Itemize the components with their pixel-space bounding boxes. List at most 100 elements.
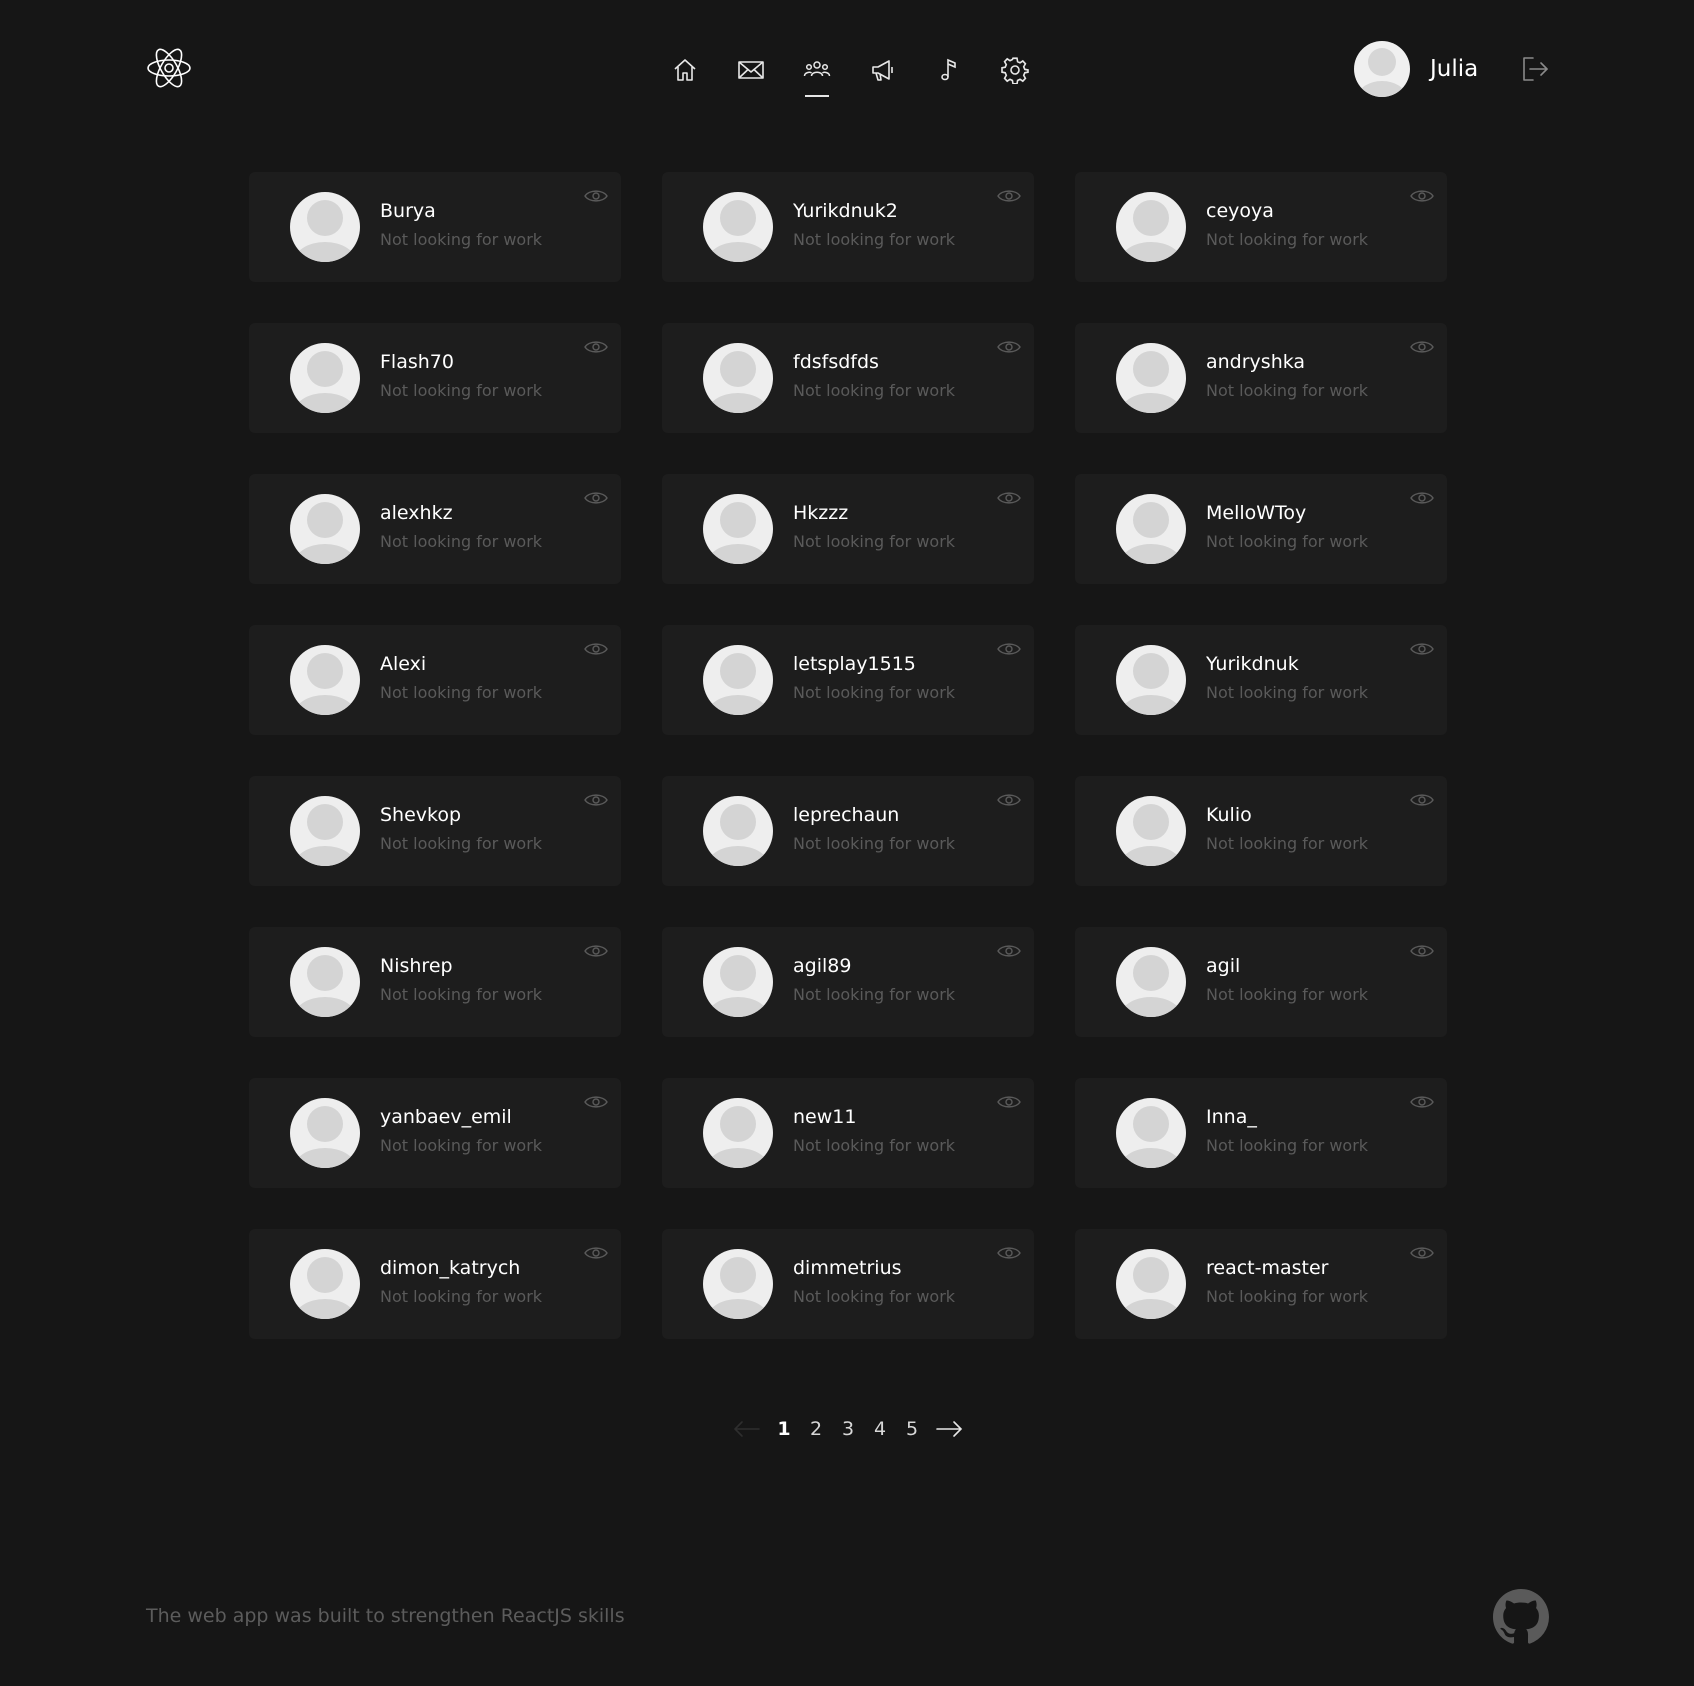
user-card[interactable]: agil89 Not looking for work	[662, 927, 1034, 1037]
user-card-name[interactable]: Nishrep	[380, 955, 453, 977]
eye-icon[interactable]	[997, 188, 1021, 204]
eye-icon[interactable]	[1410, 1245, 1434, 1261]
user-card[interactable]: Alexi Not looking for work	[249, 625, 621, 735]
user-card-name[interactable]: yanbaev_emil	[380, 1106, 512, 1128]
user-card-avatar[interactable]	[290, 343, 360, 413]
current-user[interactable]: Julia	[1354, 41, 1478, 97]
eye-icon[interactable]	[997, 943, 1021, 959]
github-link[interactable]	[1493, 1589, 1549, 1645]
eye-icon[interactable]	[584, 339, 608, 355]
user-card-avatar[interactable]	[703, 1249, 773, 1319]
user-card[interactable]: alexhkz Not looking for work	[249, 474, 621, 584]
eye-icon[interactable]	[1410, 792, 1434, 808]
user-card-name[interactable]: andryshka	[1206, 351, 1305, 373]
user-card-name[interactable]: leprechaun	[793, 804, 899, 826]
user-card[interactable]: fdsfsdfds Not looking for work	[662, 323, 1034, 433]
user-card-name[interactable]: dimon_katrych	[380, 1257, 520, 1279]
user-card-avatar[interactable]	[1116, 947, 1186, 1017]
user-card-name[interactable]: Yurikdnuk	[1206, 653, 1299, 675]
eye-icon[interactable]	[1410, 1094, 1434, 1110]
user-card-avatar[interactable]	[703, 645, 773, 715]
user-card-name[interactable]: MelloWToy	[1206, 502, 1306, 524]
user-card-name[interactable]: alexhkz	[380, 502, 453, 524]
user-card-avatar[interactable]	[1116, 494, 1186, 564]
logout-button[interactable]	[1520, 54, 1550, 84]
user-card-name[interactable]: Kulio	[1206, 804, 1252, 826]
user-card-avatar[interactable]	[1116, 192, 1186, 262]
user-card[interactable]: Flash70 Not looking for work	[249, 323, 621, 433]
user-card-avatar[interactable]	[290, 796, 360, 866]
user-card-avatar[interactable]	[290, 494, 360, 564]
user-card-avatar[interactable]	[1116, 1098, 1186, 1168]
user-card-avatar[interactable]	[290, 192, 360, 262]
eye-icon[interactable]	[584, 188, 608, 204]
user-card[interactable]: react-master Not looking for work	[1075, 1229, 1447, 1339]
eye-icon[interactable]	[1410, 943, 1434, 959]
eye-icon[interactable]	[997, 792, 1021, 808]
user-card-avatar[interactable]	[290, 1098, 360, 1168]
user-card-name[interactable]: ceyoya	[1206, 200, 1274, 222]
atom-logo-icon[interactable]	[146, 42, 192, 94]
eye-icon[interactable]	[584, 792, 608, 808]
user-card-avatar[interactable]	[1116, 645, 1186, 715]
user-card[interactable]: dimon_katrych Not looking for work	[249, 1229, 621, 1339]
nav-settings[interactable]	[997, 52, 1033, 88]
user-card-name[interactable]: agil89	[793, 955, 851, 977]
user-card[interactable]: Yurikdnuk2 Not looking for work	[662, 172, 1034, 282]
user-card-name[interactable]: Burya	[380, 200, 436, 222]
user-card-name[interactable]: new11	[793, 1106, 856, 1128]
pagination-prev[interactable]	[732, 1419, 762, 1439]
eye-icon[interactable]	[584, 490, 608, 506]
user-card-avatar[interactable]	[1116, 1249, 1186, 1319]
nav-home[interactable]	[667, 52, 703, 88]
user-card[interactable]: Burya Not looking for work	[249, 172, 621, 282]
eye-icon[interactable]	[584, 1094, 608, 1110]
user-card-name[interactable]: dimmetrius	[793, 1257, 902, 1279]
user-card-avatar[interactable]	[290, 645, 360, 715]
eye-icon[interactable]	[584, 641, 608, 657]
user-card-avatar[interactable]	[1116, 796, 1186, 866]
user-card-name[interactable]: react-master	[1206, 1257, 1328, 1279]
eye-icon[interactable]	[997, 1094, 1021, 1110]
nav-music[interactable]	[931, 52, 967, 88]
user-card[interactable]: letsplay1515 Not looking for work	[662, 625, 1034, 735]
eye-icon[interactable]	[1410, 490, 1434, 506]
user-card[interactable]: leprechaun Not looking for work	[662, 776, 1034, 886]
user-card-name[interactable]: letsplay1515	[793, 653, 916, 675]
eye-icon[interactable]	[584, 943, 608, 959]
nav-messages[interactable]	[733, 52, 769, 88]
user-card-name[interactable]: Shevkop	[380, 804, 461, 826]
eye-icon[interactable]	[584, 1245, 608, 1261]
pagination-page-2[interactable]: 2	[807, 1418, 825, 1440]
pagination-page-5[interactable]: 5	[903, 1418, 921, 1440]
eye-icon[interactable]	[997, 1245, 1021, 1261]
user-card[interactable]: Yurikdnuk Not looking for work	[1075, 625, 1447, 735]
eye-icon[interactable]	[997, 641, 1021, 657]
eye-icon[interactable]	[1410, 188, 1434, 204]
user-card[interactable]: Hkzzz Not looking for work	[662, 474, 1034, 584]
eye-icon[interactable]	[997, 490, 1021, 506]
user-card[interactable]: andryshka Not looking for work	[1075, 323, 1447, 433]
user-card-name[interactable]: Hkzzz	[793, 502, 848, 524]
user-avatar[interactable]	[1354, 41, 1410, 97]
user-card[interactable]: ceyoya Not looking for work	[1075, 172, 1447, 282]
eye-icon[interactable]	[1410, 641, 1434, 657]
user-card[interactable]: Kulio Not looking for work	[1075, 776, 1447, 886]
user-card[interactable]: dimmetrius Not looking for work	[662, 1229, 1034, 1339]
user-card-avatar[interactable]	[290, 947, 360, 1017]
pagination-next[interactable]	[934, 1419, 964, 1439]
user-card-avatar[interactable]	[703, 494, 773, 564]
user-card-avatar[interactable]	[703, 1098, 773, 1168]
user-card[interactable]: Shevkop Not looking for work	[249, 776, 621, 886]
user-card[interactable]: yanbaev_emil Not looking for work	[249, 1078, 621, 1188]
eye-icon[interactable]	[1410, 339, 1434, 355]
user-card-name[interactable]: agil	[1206, 955, 1240, 977]
user-card-name[interactable]: Flash70	[380, 351, 454, 373]
user-card-name[interactable]: Yurikdnuk2	[793, 200, 898, 222]
user-card-name[interactable]: fdsfsdfds	[793, 351, 879, 373]
user-card-avatar[interactable]	[1116, 343, 1186, 413]
eye-icon[interactable]	[997, 339, 1021, 355]
pagination-page-4[interactable]: 4	[871, 1418, 889, 1440]
user-card-avatar[interactable]	[290, 1249, 360, 1319]
user-card[interactable]: Nishrep Not looking for work	[249, 927, 621, 1037]
